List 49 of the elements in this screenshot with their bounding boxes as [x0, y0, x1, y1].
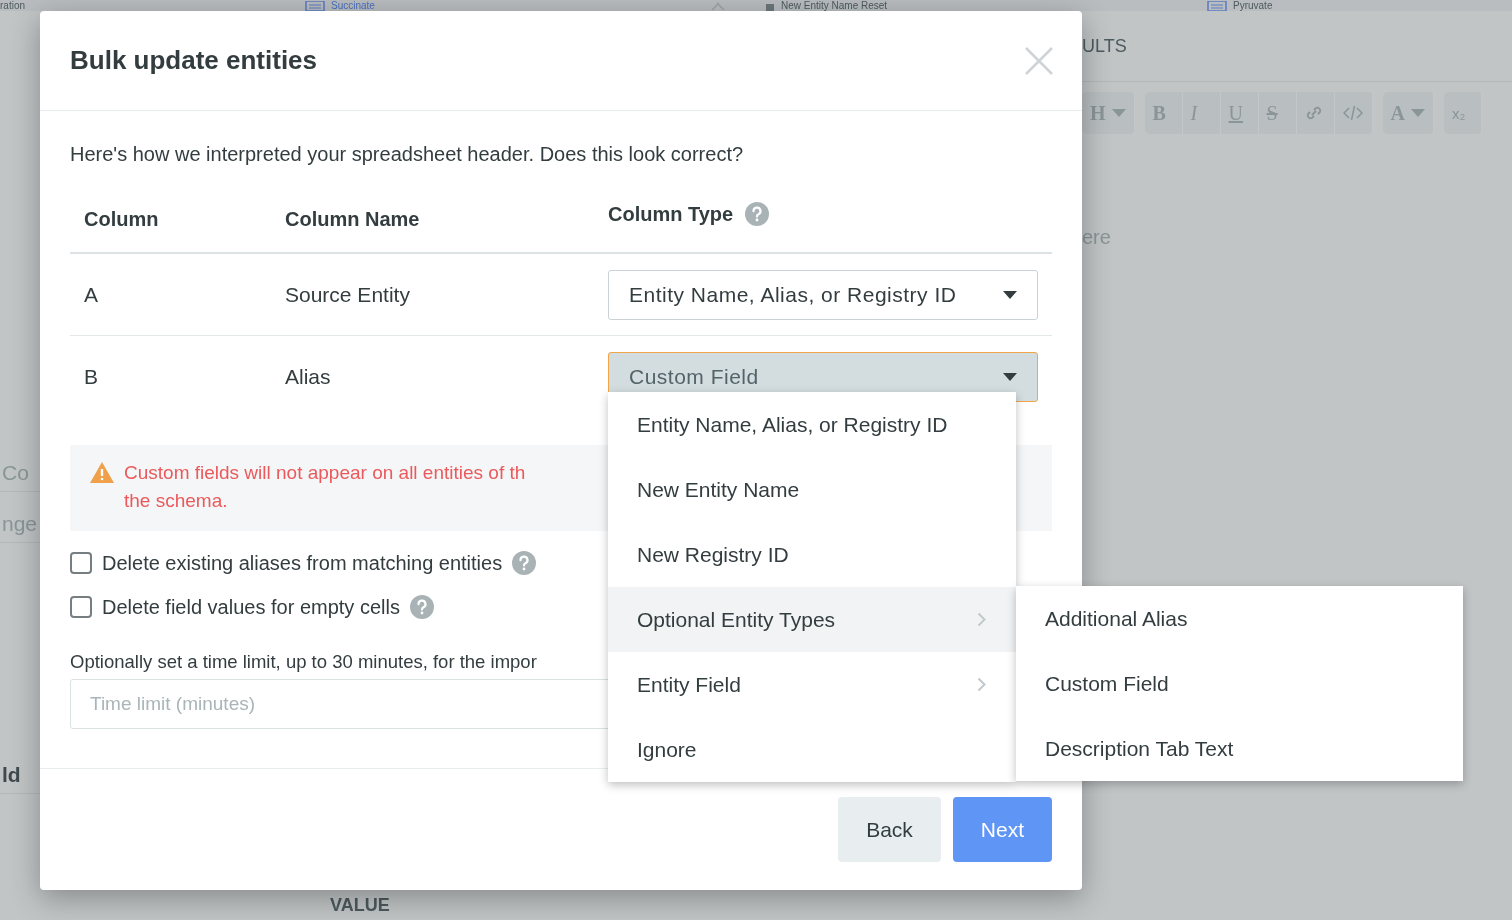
close-icon[interactable] — [711, 1, 725, 10]
section-heading: ULTS — [1082, 35, 1127, 57]
list-icon — [1207, 0, 1227, 11]
column-header: Column — [83, 206, 160, 231]
intro-text: Here's how we interpreted your spreadsheet header. Does this look correct? — [70, 143, 745, 166]
list-icon — [305, 0, 325, 11]
warning-text: Custom fields will not appear on all entities of th — [124, 461, 526, 485]
chevron-icon — [977, 612, 986, 627]
table-cell-text: B — [83, 365, 99, 389]
warning-icon — [90, 462, 114, 483]
menu-item[interactable]: Entity Field — [608, 652, 1016, 717]
table-cell-text: A — [83, 282, 99, 307]
code-icon — [1342, 105, 1363, 121]
help-icon[interactable] — [512, 551, 537, 575]
close-button[interactable] — [1024, 45, 1054, 76]
column-header: VALUE — [330, 894, 390, 916]
menu-item[interactable]: Optional Entity Types — [608, 587, 1016, 652]
next-button[interactable]: Next — [952, 797, 1052, 862]
link-icon — [1304, 104, 1323, 122]
time-limit-label: Optionally set a time limit, up to 30 minutes, for the impor — [70, 651, 538, 673]
tab[interactable]: Pyruvate — [1207, 0, 1512, 11]
menu-item[interactable]: New Registry ID — [608, 522, 1016, 587]
checkbox-label: Delete existing aliases from matching entities — [102, 551, 503, 575]
row-label: ld — [1, 763, 21, 788]
type-select[interactable]: Entity Name, Alias, or Registry ID — [608, 269, 1038, 320]
dialog-title: Bulk update entities — [70, 45, 318, 76]
column-header: Column Name — [285, 206, 421, 231]
menu-item[interactable]: Entity Name, Alias, or Registry ID — [608, 392, 1016, 457]
table-cell-text: Source Entity — [285, 282, 411, 307]
tab[interactable]: ration — [0, 0, 305, 11]
caret-icon — [1003, 373, 1017, 381]
tab[interactable]: Succinate — [305, 0, 765, 11]
menu-item[interactable]: New Entity Name — [608, 457, 1016, 522]
warning-text: the schema. — [124, 489, 229, 513]
checkbox[interactable] — [70, 596, 92, 618]
help-icon[interactable] — [745, 202, 770, 226]
caret-icon — [1003, 290, 1017, 299]
checkbox-label: Delete field values for empty cells — [102, 595, 400, 619]
chevron-icon — [977, 677, 986, 692]
help-icon[interactable] — [409, 595, 434, 619]
menu-item[interactable]: Additional Alias — [1016, 586, 1463, 651]
column-header: Column Type — [608, 202, 734, 226]
menu-item[interactable]: Description Tab Text — [1016, 716, 1463, 781]
back-button[interactable]: Back — [838, 797, 941, 862]
menu-item[interactable]: Ignore — [608, 717, 1016, 782]
checkbox[interactable] — [70, 552, 92, 574]
menu-item[interactable]: Custom Field — [1016, 651, 1463, 716]
tab[interactable]: New Entity Name Reset — [765, 0, 1207, 11]
table-cell-text: Alias — [285, 365, 332, 389]
